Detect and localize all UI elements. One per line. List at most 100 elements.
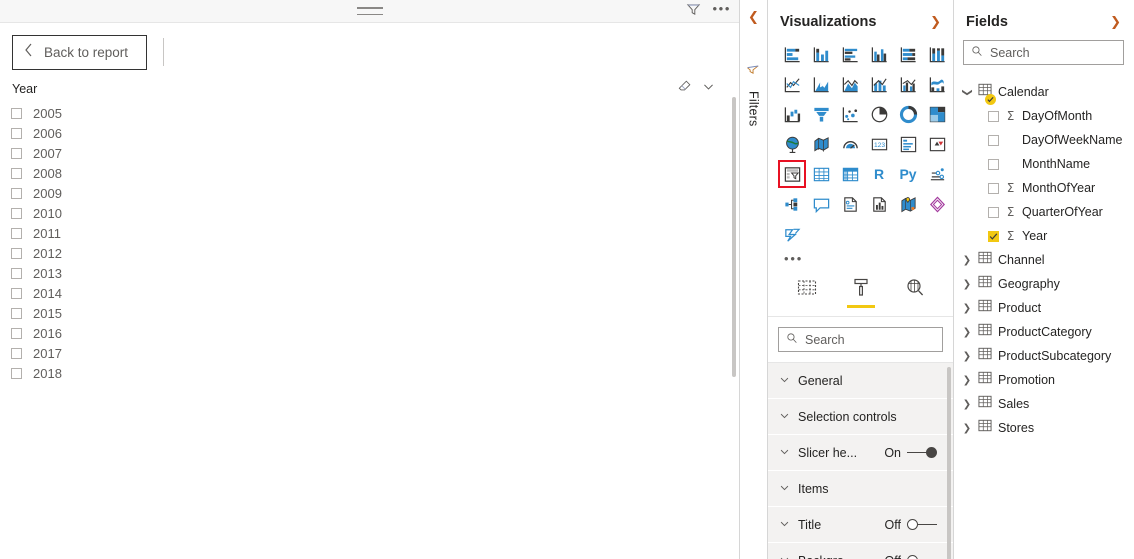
stacked-bar-chart-icon[interactable] — [778, 40, 806, 68]
toggle-switch[interactable] — [907, 555, 937, 559]
fields-table-row[interactable]: ❯ Channel — [954, 248, 1133, 272]
field-row[interactable]: Σ Year — [954, 224, 1133, 248]
qanda-icon[interactable] — [807, 190, 835, 218]
card-icon[interactable]: 123 — [865, 130, 893, 158]
waterfall-chart-icon[interactable] — [778, 100, 806, 128]
eraser-icon[interactable] — [678, 79, 692, 98]
format-section-row[interactable]: Selection controls — [768, 399, 953, 435]
year-checkbox[interactable] — [11, 187, 22, 199]
year-slicer-item[interactable]: 2013 — [11, 263, 739, 283]
chevron-down-icon[interactable] — [702, 80, 715, 98]
year-slicer-item[interactable]: 2011 — [11, 223, 739, 243]
clustered-bar-chart-icon[interactable] — [836, 40, 864, 68]
year-checkbox[interactable] — [11, 267, 22, 279]
chevron-right-icon[interactable]: ❯ — [962, 255, 972, 266]
chevron-right-icon[interactable]: ❯ — [962, 279, 972, 290]
field-checkbox[interactable] — [988, 158, 999, 170]
treemap-icon[interactable] — [923, 100, 951, 128]
multi-row-card-icon[interactable] — [894, 130, 922, 158]
analytics-tab[interactable] — [901, 278, 929, 312]
year-slicer-item[interactable]: 2015 — [11, 303, 739, 323]
gauge-icon[interactable] — [836, 130, 864, 158]
format-section-toggle[interactable]: On — [884, 446, 953, 460]
canvas-more-options-button[interactable]: ••• — [713, 2, 731, 19]
fields-table-row[interactable]: ❯ Promotion — [954, 368, 1133, 392]
visualizations-collapse-chevron-right-icon[interactable]: ❯ — [930, 15, 941, 30]
format-tab[interactable] — [846, 278, 875, 312]
fields-table-row[interactable]: ❯ Sales — [954, 392, 1133, 416]
field-row[interactable]: Σ DayOfMonth — [954, 104, 1133, 128]
fields-collapse-chevron-right-icon[interactable]: ❯ — [1110, 15, 1121, 30]
field-checkbox[interactable] — [988, 134, 999, 146]
scatter-chart-icon[interactable] — [836, 100, 864, 128]
chevron-right-icon[interactable]: ❯ — [962, 303, 972, 314]
format-section-row[interactable]: General — [768, 363, 953, 399]
matrix-icon[interactable] — [836, 160, 864, 188]
arcgis-map-icon[interactable] — [894, 190, 922, 218]
fields-table-row[interactable]: ❯ Product — [954, 296, 1133, 320]
filled-map-icon[interactable] — [807, 130, 835, 158]
field-checkbox[interactable] — [988, 110, 999, 122]
format-section-row[interactable]: Slicer he... On — [768, 435, 953, 471]
filter-icon[interactable] — [686, 2, 701, 22]
year-checkbox[interactable] — [11, 327, 22, 339]
year-checkbox[interactable] — [11, 167, 22, 179]
table-icon[interactable] — [807, 160, 835, 188]
year-slicer-item[interactable]: 2017 — [11, 343, 739, 363]
year-checkbox[interactable] — [11, 227, 22, 239]
hundred-percent-stacked-column-chart-icon[interactable] — [923, 40, 951, 68]
stacked-area-chart-icon[interactable] — [836, 70, 864, 98]
kpi-icon[interactable] — [923, 130, 951, 158]
area-chart-icon[interactable] — [807, 70, 835, 98]
field-checkbox[interactable] — [988, 182, 999, 194]
year-slicer-item[interactable]: 2007 — [11, 143, 739, 163]
filters-pane-collapsed[interactable]: ❮ Filters — [740, 0, 768, 559]
chevron-down-icon[interactable]: ❯ — [962, 87, 973, 97]
year-slicer-item[interactable]: 2008 — [11, 163, 739, 183]
line-chart-icon[interactable] — [778, 70, 806, 98]
year-slicer-item[interactable]: 2005 — [11, 103, 739, 123]
year-checkbox[interactable] — [11, 367, 22, 379]
slicer-icon[interactable] — [778, 160, 806, 188]
chevron-right-icon[interactable]: ❯ — [962, 351, 972, 362]
year-slicer-item[interactable]: 2012 — [11, 243, 739, 263]
year-slicer-item[interactable]: 2009 — [11, 183, 739, 203]
field-checkbox[interactable] — [988, 206, 999, 218]
fields-tab[interactable] — [793, 279, 821, 312]
year-checkbox[interactable] — [11, 107, 22, 119]
year-slicer-item[interactable]: 2010 — [11, 203, 739, 223]
line-stacked-column-chart-icon[interactable] — [865, 70, 893, 98]
ribbon-chart-icon[interactable] — [923, 70, 951, 98]
fields-table-row[interactable]: ❯ ProductSubcategory — [954, 344, 1133, 368]
year-checkbox[interactable] — [11, 347, 22, 359]
year-slicer-item[interactable]: 2016 — [11, 323, 739, 343]
more-visuals-button[interactable]: ••• — [784, 251, 803, 266]
year-checkbox[interactable] — [11, 127, 22, 139]
power-automate-icon[interactable] — [778, 220, 806, 248]
chevron-right-icon[interactable]: ❯ — [962, 375, 972, 386]
year-checkbox[interactable] — [11, 247, 22, 259]
r-script-visual-icon[interactable]: R — [865, 160, 893, 188]
field-row[interactable]: Σ QuarterOfYear — [954, 200, 1133, 224]
year-checkbox[interactable] — [11, 287, 22, 299]
line-clustered-column-chart-icon[interactable] — [894, 70, 922, 98]
fields-table-row[interactable]: ❯ Geography — [954, 272, 1133, 296]
year-checkbox[interactable] — [11, 147, 22, 159]
year-slicer-item[interactable]: 2018 — [11, 363, 739, 383]
clustered-column-chart-icon[interactable] — [865, 40, 893, 68]
filters-expand-chevron-left-icon[interactable]: ❮ — [748, 10, 759, 25]
pie-chart-icon[interactable] — [865, 100, 893, 128]
power-apps-icon[interactable] — [923, 190, 951, 218]
field-row[interactable]: ΣDayOfWeekName — [954, 128, 1133, 152]
year-slicer-item[interactable]: 2006 — [11, 123, 739, 143]
format-section-toggle[interactable]: Off — [885, 518, 953, 532]
fields-table-row[interactable]: ❯ Stores — [954, 416, 1133, 440]
canvas-scrollbar[interactable] — [732, 97, 736, 555]
format-search-input[interactable]: Search — [778, 327, 943, 352]
fields-table-row[interactable]: ❯ ProductCategory — [954, 320, 1133, 344]
map-icon[interactable] — [778, 130, 806, 158]
smart-narrative-icon[interactable] — [836, 190, 864, 218]
toggle-switch[interactable] — [907, 447, 937, 459]
field-row[interactable]: ΣMonthName — [954, 152, 1133, 176]
year-slicer-item[interactable]: 2014 — [11, 283, 739, 303]
